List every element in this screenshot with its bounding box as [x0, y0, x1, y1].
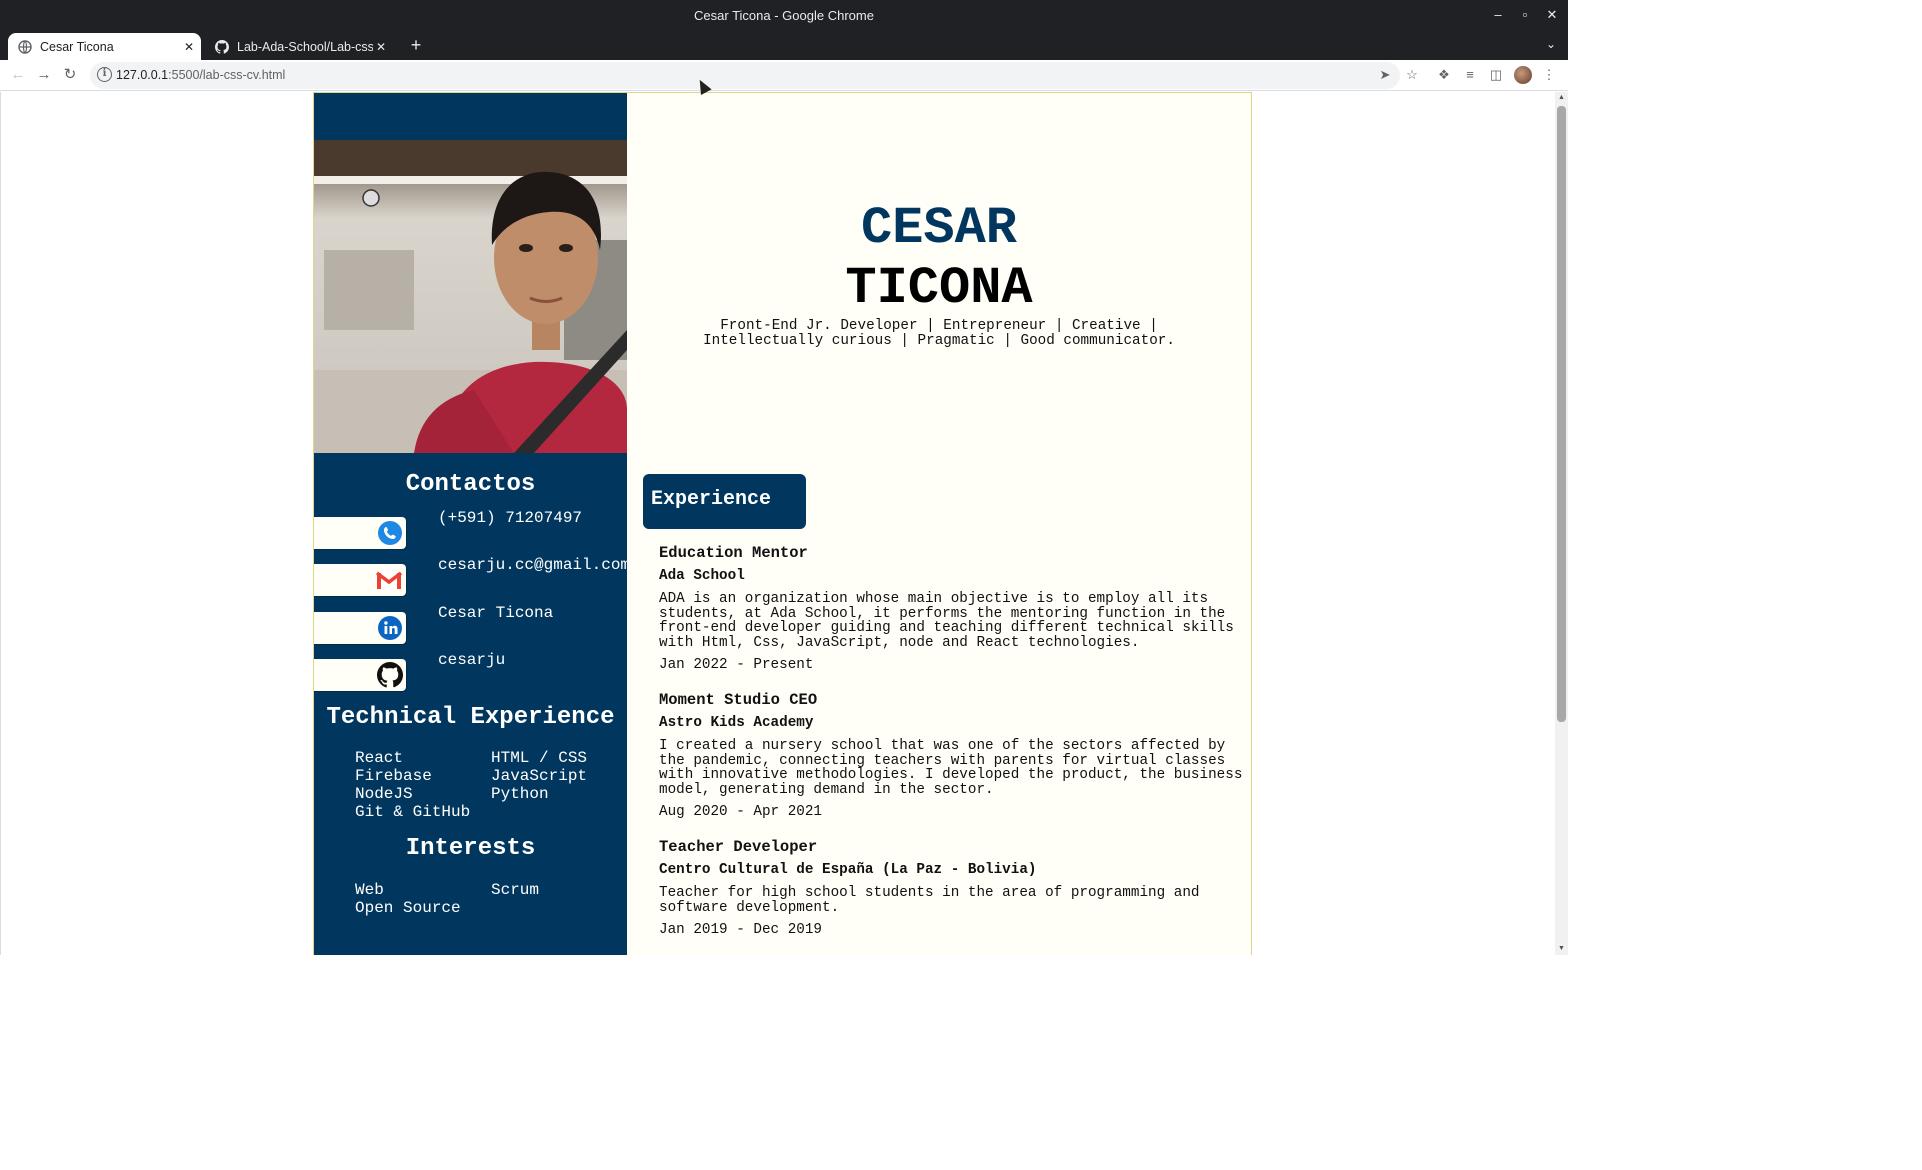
- job-description: ADA is an organization whose main object…: [659, 591, 1234, 651]
- window-title: Cesar Ticona - Google Chrome: [694, 8, 874, 23]
- interest-item: Scrum: [491, 881, 540, 899]
- browser-toolbar: ← → ↻ i 127.0.0.1:5500/lab-css-cv.html ➤…: [0, 60, 1568, 91]
- job-date: Jan 2019 - Dec 2019: [659, 922, 823, 939]
- linkedin-icon: [378, 616, 402, 640]
- tab-close-icon[interactable]: ✕: [181, 39, 197, 55]
- job-org: Astro Kids Academy: [659, 715, 814, 731]
- github-link[interactable]: cesarju: [438, 651, 505, 669]
- reading-list-icon[interactable]: ≡: [1461, 66, 1479, 84]
- job-description: I created a nursery school that was one …: [659, 738, 1243, 798]
- new-tab-icon[interactable]: +: [406, 35, 426, 55]
- skill-item: React: [355, 749, 404, 767]
- maximize-icon[interactable]: ▫: [1516, 6, 1534, 24]
- gmail-icon: [375, 571, 403, 589]
- send-icon[interactable]: ➤: [1376, 66, 1394, 84]
- contact-row-phone: (+591) 71207497: [314, 509, 627, 549]
- job-description: Teacher for high school students in the …: [659, 885, 1200, 916]
- cv-container: Contactos (+591) 71207497 cesarju.cc@gma…: [313, 92, 1252, 955]
- page-viewport: Contactos (+591) 71207497 cesarju.cc@gma…: [0, 92, 1555, 955]
- tagline: Front-End Jr. Developer | Entrepreneur |…: [703, 318, 1175, 349]
- side-panel-icon[interactable]: ◫: [1487, 66, 1505, 84]
- forward-arrow-icon[interactable]: →: [34, 65, 54, 85]
- technical-experience-title: Technical Experience: [326, 704, 615, 731]
- github-button[interactable]: [314, 659, 406, 691]
- first-name-heading: CESAR: [860, 199, 1018, 258]
- skill-item: Firebase: [355, 767, 432, 785]
- cv-main: CESAR TICONA Front-End Jr. Developer | E…: [627, 93, 1251, 955]
- skill-item: HTML / CSS: [491, 749, 588, 767]
- window-titlebar: Cesar Ticona - Google Chrome – ▫ ✕: [0, 0, 1568, 31]
- skill-item: NodeJS: [355, 785, 413, 803]
- phone-link[interactable]: (+591) 71207497: [438, 509, 582, 527]
- page-scrollbar[interactable]: ▲ ▼: [1555, 92, 1568, 955]
- job-org: Centro Cultural de España (La Paz - Boli…: [659, 862, 1037, 878]
- job-entry: Moment Studio CEO Astro Kids Academy I c…: [659, 692, 1247, 820]
- email-link[interactable]: cesarju.cc@gmail.com: [438, 556, 630, 574]
- site-info-icon[interactable]: i: [97, 67, 112, 82]
- phone-icon: [378, 521, 402, 545]
- job-date: Jan 2022 - Present: [659, 657, 814, 674]
- back-arrow-icon[interactable]: ←: [8, 65, 28, 85]
- tab-github-lab[interactable]: Lab-Ada-School/Lab-css- ✕: [205, 33, 393, 60]
- experience-title: Experience: [643, 474, 806, 529]
- cv-sidebar: Contactos (+591) 71207497 cesarju.cc@gma…: [314, 93, 630, 955]
- globe-icon: [18, 39, 32, 54]
- job-date: Aug 2020 - Apr 2021: [659, 804, 823, 821]
- contact-row-email: cesarju.cc@gmail.com: [314, 556, 630, 596]
- bookmark-star-icon[interactable]: ☆: [1403, 66, 1421, 84]
- interest-item: Open Source: [355, 899, 461, 917]
- close-window-icon[interactable]: ✕: [1543, 6, 1561, 24]
- profile-photo: [314, 140, 627, 453]
- contact-row-github: cesarju: [314, 651, 627, 691]
- tab-search-chevron-icon[interactable]: ⌄: [1546, 37, 1556, 51]
- job-role: Moment Studio CEO: [659, 691, 818, 709]
- tab-close-icon[interactable]: ✕: [373, 39, 389, 55]
- scrollbar-thumb[interactable]: [1557, 106, 1566, 722]
- tab-strip: Cesar Ticona ✕ Lab-Ada-School/Lab-css- ✕…: [0, 31, 1568, 60]
- profile-avatar[interactable]: [1514, 66, 1532, 84]
- tab-label: Cesar Ticona: [40, 39, 114, 54]
- job-entry: Education Mentor Ada School ADA is an or…: [659, 545, 1247, 673]
- job-org: Ada School: [659, 568, 745, 584]
- email-button[interactable]: [314, 564, 406, 596]
- job-entry: Teacher Developer Centro Cultural de Esp…: [659, 839, 1247, 938]
- skill-item: JavaScript: [491, 767, 588, 785]
- linkedin-link[interactable]: Cesar Ticona: [438, 604, 553, 622]
- address-bar[interactable]: i 127.0.0.1:5500/lab-css-cv.html: [90, 62, 1400, 89]
- tab-cesar-ticona[interactable]: Cesar Ticona ✕: [8, 33, 201, 60]
- github-favicon-icon: [215, 39, 229, 54]
- job-role: Teacher Developer: [659, 838, 818, 856]
- scroll-down-icon[interactable]: ▼: [1555, 943, 1568, 955]
- interest-item: Web: [355, 881, 384, 899]
- last-name-heading: TICONA: [845, 259, 1033, 318]
- menu-kebab-icon[interactable]: ⋮: [1540, 66, 1558, 84]
- contacts-title: Contactos: [405, 471, 536, 498]
- job-role: Education Mentor: [659, 544, 808, 562]
- minimize-icon[interactable]: –: [1489, 6, 1507, 24]
- tech-skill-list: React HTML / CSS Firebase JavaScript Nod…: [355, 749, 615, 821]
- skill-item: Python: [491, 785, 549, 803]
- scroll-up-icon[interactable]: ▲: [1555, 92, 1568, 104]
- interest-list: Web Scrum Open Source: [355, 881, 615, 917]
- skill-item: Git & GitHub: [355, 803, 471, 821]
- linkedin-button[interactable]: [314, 612, 406, 644]
- interests-title: Interests: [405, 835, 536, 862]
- github-icon: [377, 662, 403, 688]
- url-text[interactable]: 127.0.0.1:5500/lab-css-cv.html: [116, 68, 285, 82]
- phone-button[interactable]: [314, 517, 406, 549]
- contact-row-linkedin: Cesar Ticona: [314, 604, 627, 644]
- tab-label: Lab-Ada-School/Lab-css-: [237, 39, 373, 54]
- reload-icon[interactable]: ↻: [60, 65, 80, 85]
- extensions-puzzle-icon[interactable]: ❖: [1435, 66, 1453, 84]
